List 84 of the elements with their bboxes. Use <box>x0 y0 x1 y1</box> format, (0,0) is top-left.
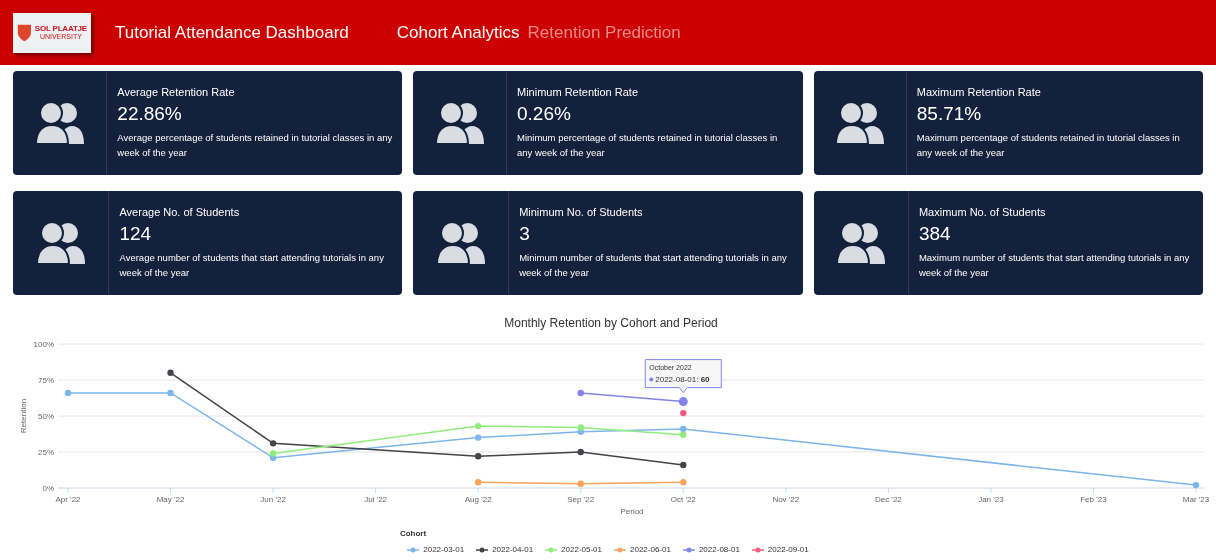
axis-label: 0% <box>42 484 54 493</box>
card-title: Average No. of Students <box>119 207 241 218</box>
axis-label: Mar '23 <box>1182 495 1210 504</box>
legend-item[interactable]: 2022-04-01 <box>476 545 534 555</box>
users-icon <box>835 102 884 144</box>
card-description: Maximum number of students that start attending tutorials in any week of the year <box>918 250 1191 280</box>
axis-label: Jan '23 <box>978 495 1004 504</box>
axis-label: 75% <box>38 376 54 385</box>
nav-link[interactable]: Cohort Analytics <box>396 19 520 46</box>
legend-title: Cohort <box>399 529 427 539</box>
users-icon <box>35 102 84 144</box>
axis-title: Retention <box>19 398 28 434</box>
card-value: 124 <box>119 222 153 246</box>
data-point <box>269 440 277 447</box>
legend-label: 2022-05-01 <box>561 545 602 555</box>
users-icon <box>436 222 485 264</box>
data-point <box>475 434 482 441</box>
users-icon <box>435 102 484 144</box>
card-description: Minimum percentage of students retained in tutorial classes in any week of the year <box>517 130 779 160</box>
data-point <box>680 409 687 417</box>
card-title: Minimum No. of Students <box>519 207 644 218</box>
data-point <box>678 397 688 407</box>
card-description: Average number of students that start attending tutorials in any week of the year <box>119 250 385 280</box>
data-point <box>680 479 687 486</box>
axis-label: Jun '22 <box>260 495 286 504</box>
axis-title: Period <box>620 507 644 516</box>
legend-dot <box>649 377 654 382</box>
legend-label: 2022-08-01 <box>698 545 740 555</box>
card-title: Maximum No. of Students <box>918 207 1047 218</box>
legend-marker-icon <box>614 547 626 553</box>
data-point <box>475 479 482 486</box>
data-point <box>475 453 482 460</box>
app-title: Tutorial Attendance Dashboard <box>115 21 349 44</box>
legend-marker-icon <box>751 547 764 553</box>
card-value: 384 <box>918 222 952 246</box>
data-point <box>1192 481 1200 489</box>
data-point <box>680 461 687 469</box>
card-description: Minimum number of students that start attending tutorials in any week of the year <box>519 250 788 280</box>
users-icon <box>836 222 885 264</box>
chart-title: Monthly Retention by Cohort and Period <box>504 316 718 330</box>
data-point <box>577 389 584 397</box>
data-point <box>167 369 174 376</box>
legend-item[interactable]: 2022-09-01 <box>751 545 809 555</box>
legend-label: 2022-03-01 <box>423 545 465 555</box>
axis-label: 100% <box>33 340 54 349</box>
axis-label: Apr '22 <box>55 495 81 504</box>
axis-label: 25% <box>38 448 54 457</box>
card-value: 22.86% <box>117 102 183 126</box>
card-description: Average percentage of students retained in tutorial classes in any week of the year <box>117 130 394 160</box>
axis-label: Oct '22 <box>670 495 696 504</box>
axis-label: May '22 <box>156 495 185 504</box>
data-point <box>475 422 482 430</box>
legend-item[interactable]: 2022-05-01 <box>545 545 602 555</box>
card-value: 0.26% <box>517 102 572 126</box>
data-point <box>64 389 72 397</box>
tooltip-text: 2022-08-01: 60 <box>655 373 711 386</box>
legend-marker-icon <box>682 547 695 553</box>
legend-marker-icon <box>407 547 420 553</box>
axis-label: Aug '22 <box>464 495 492 504</box>
card-title: Maximum Retention Rate <box>916 87 1042 98</box>
data-point <box>577 480 584 487</box>
users-icon <box>36 222 85 264</box>
axis-label: Jul '22 <box>364 495 388 504</box>
axis-label: 50% <box>38 412 54 421</box>
logo-text: SOL PLAATJE <box>34 25 87 33</box>
card-title: Minimum Retention Rate <box>517 87 640 98</box>
axis-label: Nov '22 <box>772 495 800 504</box>
card-value: 3 <box>519 222 531 246</box>
data-point <box>577 448 584 456</box>
card-title: Average Retention Rate <box>117 87 236 98</box>
axis-label: Feb '23 <box>1080 495 1107 504</box>
legend-marker-icon <box>545 547 558 553</box>
legend-item[interactable]: 2022-06-01 <box>614 545 671 555</box>
legend-item[interactable]: 2022-08-01 <box>682 545 740 555</box>
axis-label: Sep '22 <box>567 495 595 504</box>
axis-label: Dec '22 <box>874 495 902 504</box>
card-description: Maximum percentage of students retained in tutorial classes in any week of the year <box>916 130 1181 160</box>
legend-label: 2022-06-01 <box>630 545 671 555</box>
legend-label: 2022-09-01 <box>767 545 809 555</box>
legend-label: 2022-04-01 <box>492 545 534 555</box>
legend-marker-icon <box>476 547 489 553</box>
legend-item[interactable]: 2022-03-01 <box>407 545 465 555</box>
card-value: 85.71% <box>916 102 983 126</box>
data-point <box>167 389 174 397</box>
